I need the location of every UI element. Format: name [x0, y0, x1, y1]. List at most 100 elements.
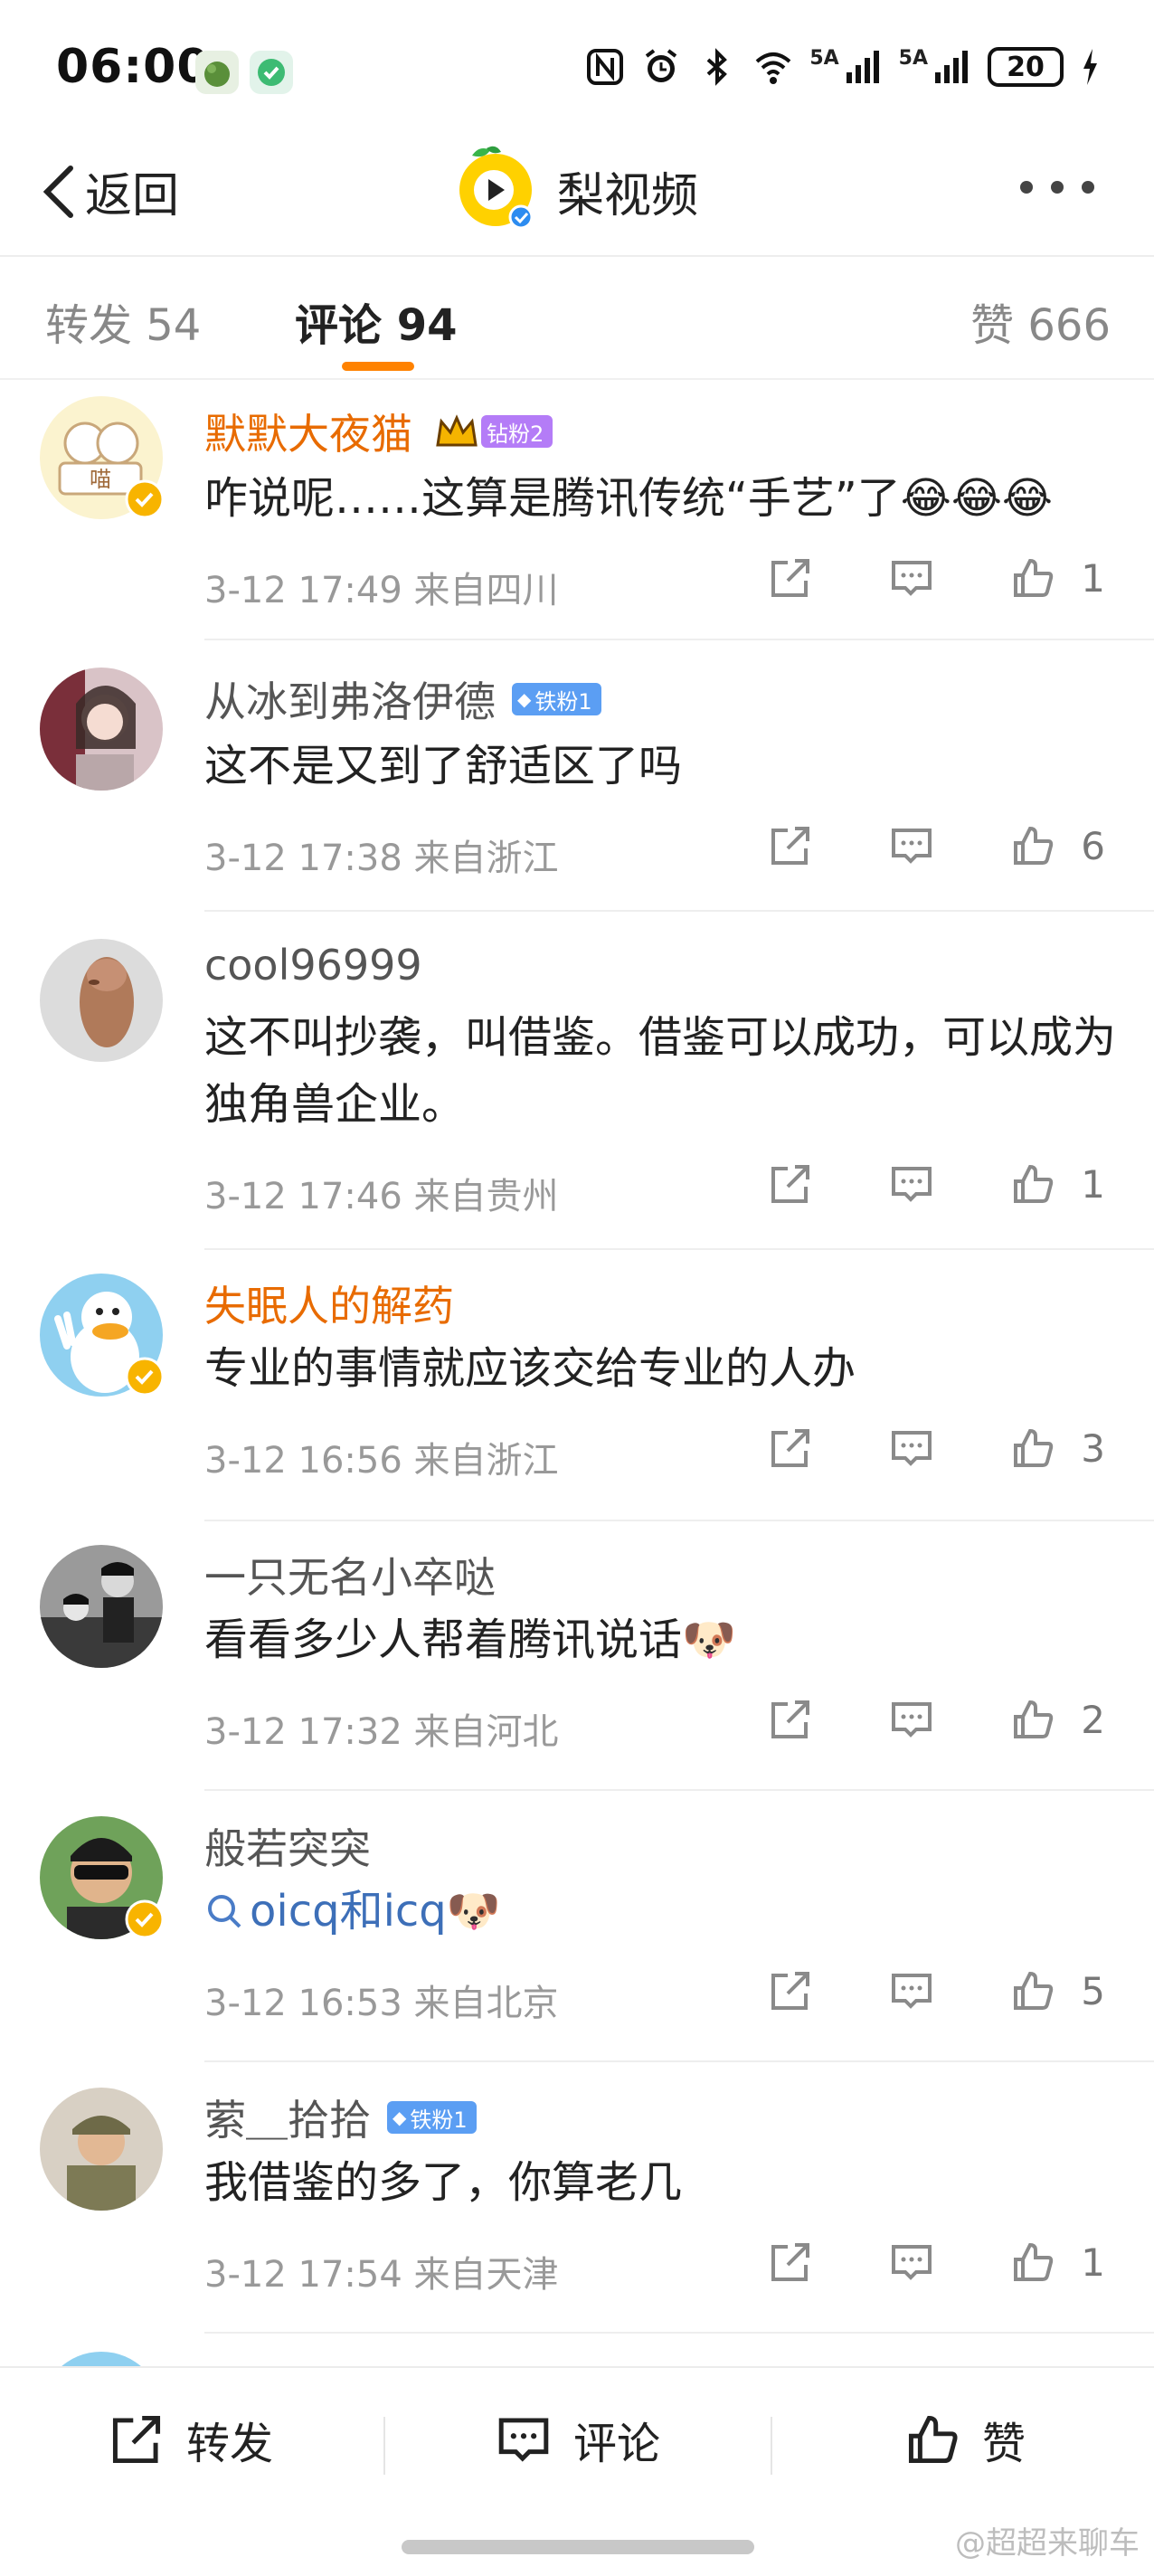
username-link[interactable]: 萦＿拾拾 ◆ 铁粉1	[204, 2088, 477, 2147]
comment-actions: 2	[768, 1697, 1105, 1742]
like-icon[interactable]	[1010, 1425, 1055, 1471]
like-count: 1	[1081, 2240, 1105, 2285]
comment-label: 评论	[573, 2419, 661, 2469]
dot-icon	[1082, 181, 1094, 194]
comment-text: 看看多少人帮着腾讯说话🐶	[204, 1615, 736, 1665]
comment-meta: 3-12 17:49 来自四川	[204, 570, 559, 611]
like-label: 赞	[982, 2419, 1026, 2469]
battery-indicator: 20	[988, 47, 1064, 87]
avatar	[40, 2352, 163, 2366]
comment-meta: 3-12 17:54 来自天津	[204, 2254, 559, 2296]
username-link[interactable]: 失眠人的解药	[204, 1274, 454, 1333]
repost-label: 转发	[186, 2419, 274, 2469]
comment-text: 专业的事情就应该交给专业的人办	[204, 1343, 856, 1394]
fan-badge: 钻粉2	[481, 415, 553, 448]
like-icon[interactable]	[1010, 1161, 1055, 1207]
comment-icon[interactable]	[889, 555, 934, 601]
like-icon[interactable]	[1010, 555, 1055, 601]
comment-text: 我借鉴的多了，你算老几	[204, 2157, 683, 2208]
comment-icon[interactable]	[889, 2240, 934, 2285]
username: 萦＿拾拾	[204, 2096, 371, 2145]
avatar[interactable]	[40, 1816, 165, 1939]
username: 一只无名小卒哒	[204, 1553, 496, 1602]
comment-icon[interactable]	[889, 823, 934, 868]
comment-item: 一只无名小卒哒 看看多少人帮着腾讯说话🐶 3-12 17:32 来自河北 2	[0, 1525, 1154, 1796]
comment-icon[interactable]	[889, 1697, 934, 1742]
repost-icon[interactable]	[768, 1968, 813, 2013]
comment-icon[interactable]	[889, 1161, 934, 1207]
username-link[interactable]: 般若突突	[204, 1816, 371, 1876]
comment-text[interactable]: oicq和icq🐶	[250, 1878, 501, 1945]
more-options-button[interactable]	[1020, 181, 1094, 194]
tab-like[interactable]: 赞 666	[970, 289, 1111, 353]
back-button[interactable]: 返回	[40, 157, 179, 225]
comment-actions: 1	[768, 555, 1105, 601]
username: 失眠人的解药	[204, 1282, 454, 1331]
comment-button[interactable]: 评论	[496, 2408, 660, 2471]
avatar[interactable]	[40, 1545, 163, 1668]
comment-actions: 1	[768, 1161, 1105, 1207]
comment-actions: 5	[768, 1968, 1105, 2013]
like-icon[interactable]	[1010, 1697, 1055, 1742]
like-icon[interactable]	[1010, 823, 1055, 868]
avatar[interactable]	[40, 1274, 165, 1397]
repost-icon[interactable]	[768, 2240, 813, 2285]
comment-text: 这不是又到了舒适区了吗	[204, 741, 683, 791]
tab-bar: 转发 54 评论 94 赞 666	[0, 262, 1154, 380]
network-label-2: 5A	[898, 47, 928, 70]
avatar[interactable]: 喵	[40, 396, 165, 519]
divider	[204, 2332, 1154, 2334]
comment-icon[interactable]	[889, 1968, 934, 2013]
like-icon[interactable]	[1010, 2240, 1055, 2285]
divider	[771, 2417, 772, 2475]
signal-icon	[935, 51, 968, 83]
username-link[interactable]: 默默大夜猫 钻粉2	[204, 402, 553, 461]
like-count: 5	[1081, 1968, 1105, 2013]
search-icon[interactable]	[204, 1891, 244, 1931]
username: 般若突突	[204, 1824, 371, 1873]
verified-icon	[125, 1899, 165, 1939]
comment-icon[interactable]	[889, 1425, 934, 1471]
username: 默默大夜猫	[204, 410, 412, 459]
repost-icon[interactable]	[768, 1161, 813, 1207]
verified-icon	[125, 1357, 165, 1397]
username: cool96999	[204, 941, 422, 990]
like-count: 2	[1081, 1697, 1105, 1742]
username-link[interactable]: cool96999	[204, 941, 422, 990]
repost-icon[interactable]	[768, 1425, 813, 1471]
like-count: 1	[1081, 1161, 1105, 1207]
avatar[interactable]	[40, 2088, 163, 2211]
username-link[interactable]: 从冰到弗洛伊德 ◆ 铁粉1	[204, 669, 601, 729]
pear-video-logo[interactable]	[452, 139, 539, 230]
back-label: 返回	[85, 169, 180, 223]
dot-icon	[1051, 181, 1064, 194]
app-notification-icon	[250, 51, 293, 94]
tab-comment[interactable]: 评论 94	[295, 289, 458, 353]
divider	[204, 639, 1154, 640]
charging-icon	[1083, 49, 1097, 85]
avatar[interactable]	[40, 939, 163, 1062]
comment-meta: 3-12 17:38 来自浙江	[204, 838, 559, 879]
like-count: 3	[1081, 1425, 1105, 1471]
repost-icon[interactable]	[768, 555, 813, 601]
comment-item: 喵 默默大夜猫 钻粉2 咋说呢……这算是腾讯传统“手艺”了😂😂😂 3-12 17…	[0, 380, 1154, 648]
home-indicator[interactable]	[402, 2540, 754, 2554]
comment-item: 般若突突 oicq和icq🐶 3-12 16:53 来自北京 5	[0, 1796, 1154, 2068]
tab-repost[interactable]: 转发 54	[45, 289, 201, 353]
comment-actions: 6	[768, 823, 1105, 868]
repost-icon[interactable]	[768, 1697, 813, 1742]
comment-meta: 3-12 16:56 来自浙江	[204, 1440, 559, 1482]
like-icon[interactable]	[1010, 1968, 1055, 2013]
repost-icon[interactable]	[768, 823, 813, 868]
like-button[interactable]: 赞	[904, 2408, 1026, 2471]
repost-button[interactable]: 转发	[109, 2408, 273, 2471]
divider	[204, 1248, 1154, 1250]
divider	[204, 2060, 1154, 2062]
username-link[interactable]: 一只无名小卒哒	[204, 1545, 496, 1605]
avatar[interactable]	[40, 668, 163, 791]
svg-text:喵: 喵	[90, 467, 111, 492]
verified-icon	[125, 479, 165, 519]
like-icon	[908, 2415, 958, 2464]
alarm-icon	[646, 49, 677, 82]
comment-item: 萦＿拾拾 ◆ 铁粉1 我借鉴的多了，你算老几 3-12 17:54 来自天津 1	[0, 2068, 1154, 2339]
